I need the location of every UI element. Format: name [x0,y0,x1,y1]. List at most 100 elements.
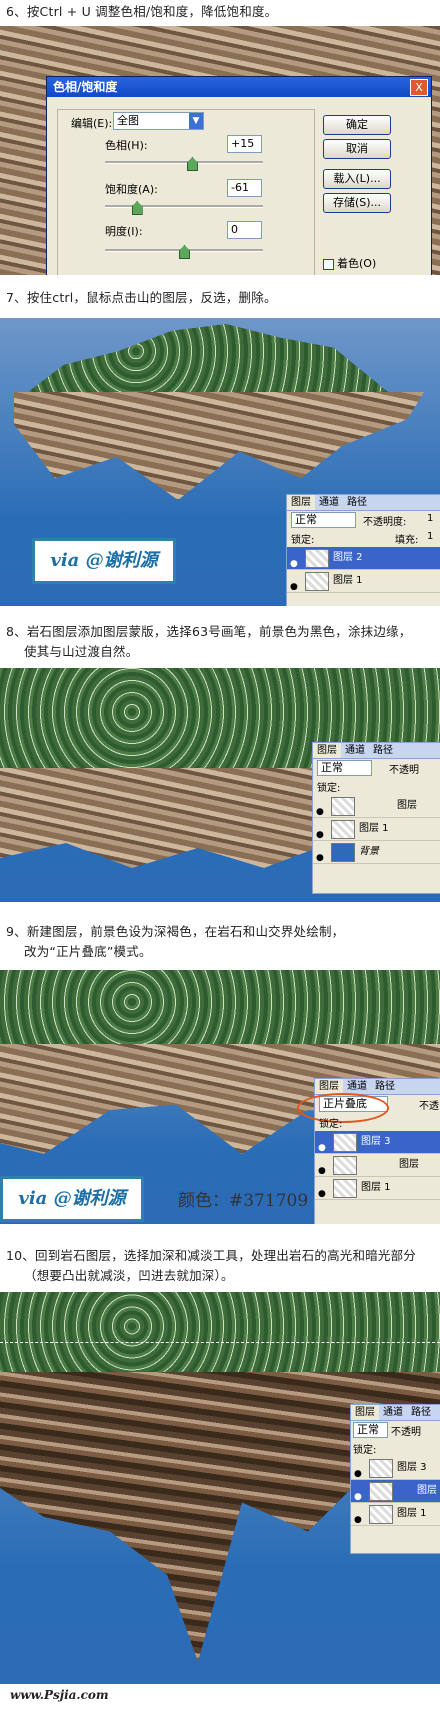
saturation-label: 饱和度(A): [105,183,158,196]
step-6-text: 6、按Ctrl + U 调整色相/饱和度，降低饱和度。 [6,4,278,19]
layer-row[interactable]: ● 图层 [351,1480,440,1503]
blend-mode-select[interactable]: 正常 [291,512,356,528]
layer-thumbnail [305,549,329,568]
footer-url: www.Psjia.com [10,1688,109,1702]
mountain-area [0,970,440,1050]
dialog-title-bar: 色相/饱和度 [47,77,431,97]
layer-name: 图层 [399,1159,419,1170]
saturation-slider-track[interactable] [105,205,263,208]
layers-panel: 图层 通道 路径 正片叠底 不透 锁定: ● 图层 3 ● 图层 ● 图层 1 [297,1078,440,1224]
layer-row[interactable]: ● 图层 3 [351,1457,440,1480]
colorize-label: 着色(O) [337,257,377,270]
chevron-down-icon: ▼ [189,113,203,129]
layer-name: 图层 3 [361,1136,391,1147]
fill-label: 填充: [395,535,419,546]
ok-button[interactable]: 确定 [323,115,391,135]
step-9-text: 9、新建图层，前景色设为深褐色，在岩石和山交界处绘制， 改为“正片叠底”模式。 [6,924,345,959]
layer-thumbnail [305,572,329,591]
step-8-text: 8、岩石图层添加图层蒙版，选择63号画笔，前景色为黑色，涂抹边缘， 使其与山过渡自… [6,624,412,659]
cancel-button[interactable]: 取消 [323,139,391,159]
layer-name: 背景 [359,846,379,857]
saturation-input[interactable]: -61 [227,179,262,197]
step-7-image: via @谢利源 图层 通道 路径 正常 不透明度: 1 锁定: 填充: 1 ● 图层… [0,318,440,606]
tab-paths[interactable]: 路径 [369,743,397,758]
opacity-value[interactable]: 1 [427,513,433,524]
eye-icon[interactable]: ● [318,1183,326,1205]
opacity-label: 不透明 [391,1427,421,1438]
lock-label: 锁定: [353,1445,377,1456]
layer-row[interactable]: ● 图层 [315,1154,440,1177]
blend-mode-select[interactable]: 正常 [353,1422,388,1438]
save-button[interactable]: 存储(S)... [323,193,391,213]
watermark: via @谢利源 [32,538,176,584]
mountain-top [28,324,388,392]
close-icon[interactable]: X [410,79,428,96]
tab-layers[interactable]: 图层 [313,743,341,758]
lightness-input[interactable]: 0 [227,221,262,239]
step-6-image: 色相/饱和度 X 编辑(E): 全图 ▼ 色相(H): +15 饱和度(A): -… [0,26,440,275]
eye-icon[interactable]: ● [316,847,324,869]
tab-paths[interactable]: 路径 [371,1079,399,1094]
edit-select[interactable]: 全图 ▼ [113,112,204,130]
hue-label: 色相(H): [105,139,148,152]
lock-label: 锁定: [291,535,315,546]
layers-panel: 图层 通道 路径 正常 不透明 锁定: ● 图层 ● 图层 1 ● 背景 [312,742,440,894]
layer-thumbnail [369,1505,393,1524]
blend-mode-select[interactable]: 正常 [317,760,372,776]
step-10-image: 图层 通道 路径 正常 不透明 锁定: ● 图层 3 ● 图层 ● 图层 1 [0,1292,440,1684]
rock-selection [14,392,424,500]
tab-channels[interactable]: 通道 [315,495,343,510]
step-7-text: 7、按住ctrl，鼠标点击山的图层，反选，删除。 [6,290,277,305]
tab-channels[interactable]: 通道 [343,1079,371,1094]
layer-row[interactable]: ● 图层 1 [287,570,440,593]
eye-icon[interactable]: ● [290,576,298,598]
eye-icon[interactable]: ● [354,1509,362,1531]
layer-thumbnail [333,1179,357,1198]
hue-saturation-dialog: 色相/饱和度 X 编辑(E): 全图 ▼ 色相(H): +15 饱和度(A): -… [46,76,432,275]
hue-slider-track[interactable] [105,161,263,164]
opacity-label: 不透明 [389,765,419,776]
hue-input[interactable]: +15 [227,135,262,153]
layer-row[interactable]: ● 图层 1 [351,1503,440,1526]
layer-row[interactable]: ● 图层 3 [315,1131,440,1154]
layer-row[interactable]: ● 图层 [313,795,440,818]
opacity-label: 不透明度: [363,517,407,528]
layer-thumbnail [369,1482,393,1501]
layer-thumbnail [331,797,355,816]
watermark: via @谢利源 [0,1176,144,1222]
layer-thumbnail [333,1156,357,1175]
step-9-image: via @谢利源 颜色：#371709 图层 通道 路径 正片叠底 不透 锁定: ● 图… [0,970,440,1224]
layer-row[interactable]: ● 图层 1 [313,818,440,841]
layer-name: 图层 2 [333,552,363,563]
lightness-label: 明度(I): [105,225,143,238]
layer-thumbnail [369,1459,393,1478]
load-button[interactable]: 载入(L)... [323,169,391,189]
layer-row[interactable]: ● 背景 [313,841,440,864]
layer-row[interactable]: ● 图层 1 [315,1177,440,1200]
step-8-image: 图层 通道 路径 正常 不透明 锁定: ● 图层 ● 图层 1 ● 背景 [0,668,440,902]
tab-paths[interactable]: 路径 [407,1405,435,1420]
tab-layers[interactable]: 图层 [315,1079,343,1094]
layer-row[interactable]: ● 图层 2 [287,547,440,570]
tab-channels[interactable]: 通道 [341,743,369,758]
lock-label: 锁定: [317,783,341,794]
layer-thumbnail [331,843,355,862]
selection-line [0,1342,440,1343]
color-note: 颜色：#371709 [178,1191,309,1211]
tab-layers[interactable]: 图层 [351,1405,379,1420]
lock-label: 锁定: [319,1119,343,1130]
layers-panel: 图层 通道 路径 正常 不透明度: 1 锁定: 填充: 1 ● 图层 2 ● 图层 1 [286,494,440,606]
layer-name: 图层 [417,1485,437,1496]
layer-name: 图层 1 [359,823,389,834]
opacity-label: 不透 [419,1101,439,1112]
layer-name: 图层 3 [397,1462,427,1473]
edit-label: 编辑(E): [71,117,113,130]
layer-name: 图层 1 [397,1508,427,1519]
tab-paths[interactable]: 路径 [343,495,371,510]
fill-value[interactable]: 1 [427,531,433,542]
colorize-checkbox[interactable]: 着色(O) [323,255,376,271]
tab-channels[interactable]: 通道 [379,1405,407,1420]
tab-layers[interactable]: 图层 [287,495,315,510]
checkbox-icon [323,258,334,270]
layers-panel: 图层 通道 路径 正常 不透明 锁定: ● 图层 3 ● 图层 ● 图层 1 [350,1404,440,1554]
